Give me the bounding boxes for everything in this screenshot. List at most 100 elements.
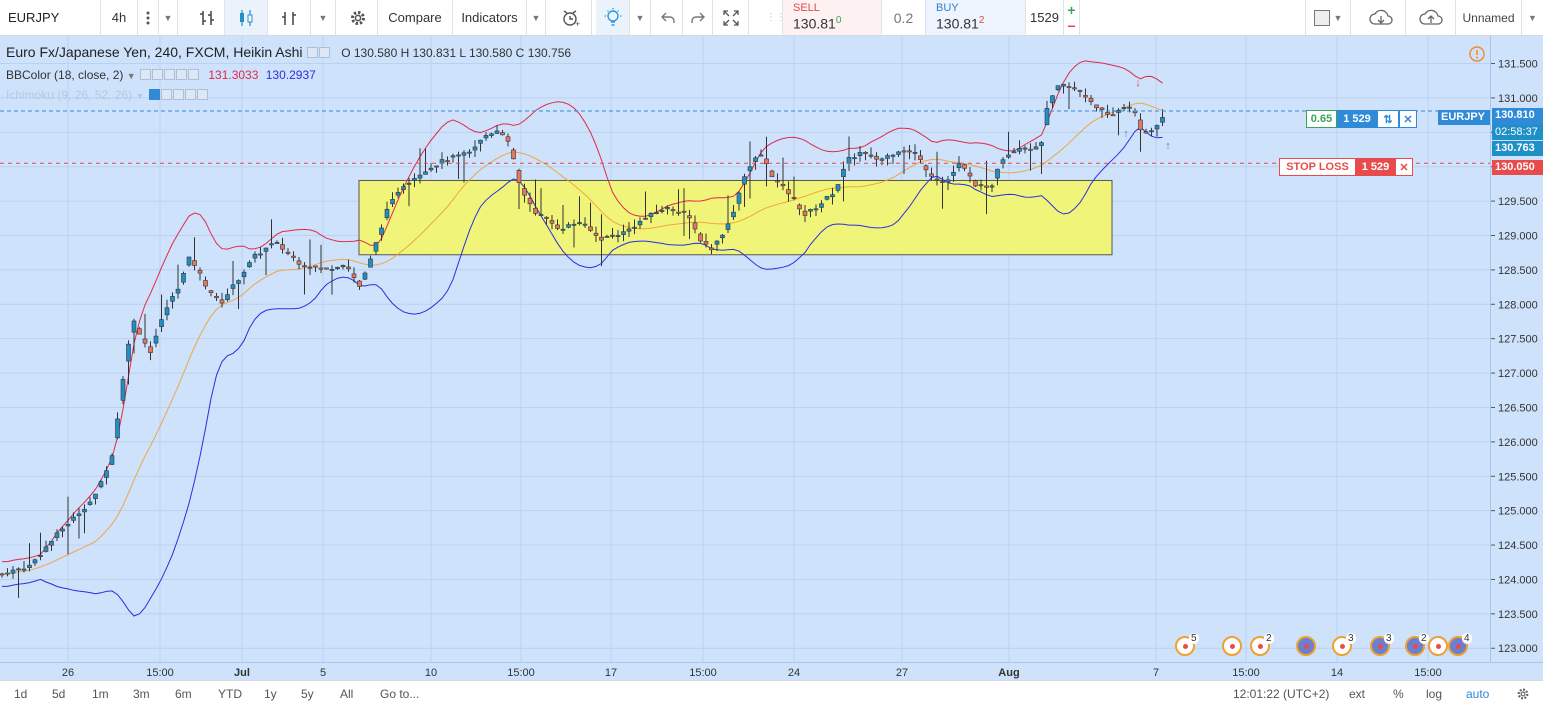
candle-up (478, 139, 483, 144)
range-button-all[interactable]: All (340, 681, 353, 705)
log-scale-toggle[interactable]: log (1426, 681, 1442, 705)
eye-icon[interactable] (140, 69, 151, 80)
chart-settings-button[interactable] (338, 0, 378, 35)
range-button-5d[interactable]: 5d (52, 681, 65, 705)
economic-event-icon[interactable]: 2 (1250, 633, 1274, 656)
economic-event-icon[interactable]: 2 (1405, 633, 1429, 656)
position-line[interactable]: 0.65 1 529 ⇅ ✕ (1306, 110, 1417, 128)
idea-dropdown[interactable]: ▼ (630, 0, 651, 35)
layout-name-dropdown[interactable]: ▼ (1522, 0, 1543, 35)
candle-up (1033, 146, 1039, 150)
undo-button[interactable] (653, 0, 683, 35)
candle-up (412, 178, 417, 181)
line-style-button[interactable] (268, 0, 311, 35)
eye-icon[interactable] (306, 47, 318, 58)
economic-event-icon[interactable]: 3 (1332, 633, 1356, 656)
add-icon[interactable] (184, 89, 196, 100)
chart-pane[interactable]: ↓ ↑ ↑ Euro Fx/Japanese Yen, 240, FXCM, Hei… (0, 36, 1490, 662)
bb-legend[interactable]: BBColor (18, close, 2) ▼ 131.3033 130.29… (6, 68, 316, 82)
fullscreen-button[interactable] (713, 0, 749, 35)
extended-hours-toggle[interactable]: ext (1349, 681, 1365, 705)
economic-event-icon[interactable] (1428, 636, 1448, 656)
buy-button[interactable]: BUY 130.812 (926, 0, 1026, 35)
time-tick-label: 15:00 (689, 667, 717, 679)
symbol-search-input[interactable]: EURJPY (0, 0, 101, 35)
range-button-6m[interactable]: 6m (175, 681, 192, 705)
range-button-1d[interactable]: 1d (14, 681, 27, 705)
load-chart-button[interactable] (1356, 0, 1406, 35)
compare-button[interactable]: Compare (378, 0, 453, 35)
layout-name-button[interactable]: Unnamed (1456, 0, 1522, 35)
interval-button[interactable]: 4h (101, 0, 138, 35)
close-icon[interactable] (188, 69, 199, 80)
quantity-input[interactable]: 1529 (1026, 0, 1064, 35)
clock-timezone[interactable]: 12:01:22 (UTC+2) (1233, 681, 1329, 705)
settings-icon[interactable] (318, 47, 330, 58)
chevron-down-icon[interactable]: ▼ (135, 91, 144, 101)
price-chart[interactable]: ↓ ↑ ↑ (0, 36, 1490, 662)
candle-up (1160, 117, 1165, 123)
alert-button[interactable]: + (550, 0, 592, 35)
candle-up (170, 296, 175, 302)
candles-style-button[interactable] (225, 0, 268, 35)
economic-event-icon[interactable]: 4 (1448, 633, 1472, 656)
warning-icon[interactable] (1469, 46, 1485, 62)
close-position-button[interactable]: ✕ (1399, 110, 1417, 128)
candle-up (566, 224, 571, 228)
interval-menu-button[interactable] (138, 0, 159, 35)
range-button-5y[interactable]: 5y (301, 681, 314, 705)
bars-style-button[interactable] (189, 0, 225, 35)
source-icon[interactable] (164, 69, 175, 80)
time-axis[interactable]: 26 15:00 Jul 5 10 15:00 17 15:00 24 27 Aug 7 15:00 14… (0, 663, 1543, 681)
candle-down (588, 226, 593, 231)
indicators-button[interactable]: Indicators (453, 0, 527, 35)
percent-scale-toggle[interactable]: % (1393, 681, 1404, 705)
economic-event-icon[interactable] (1222, 636, 1242, 656)
indicators-dropdown[interactable]: ▼ (527, 0, 546, 35)
range-button-ytd[interactable]: YTD (218, 681, 242, 705)
increase-quantity-button[interactable]: + (1067, 2, 1075, 18)
price-tick-label: 128.500 (1498, 265, 1538, 277)
candle-down (929, 173, 934, 177)
percent-label: % (1393, 686, 1404, 701)
candle-down (973, 180, 978, 187)
chevron-down-icon[interactable]: ▼ (127, 71, 136, 81)
chart-properties-button[interactable] (1516, 681, 1530, 705)
settings-icon[interactable] (160, 89, 172, 100)
range-button-3m[interactable]: 3m (133, 681, 150, 705)
add-icon[interactable] (176, 69, 187, 80)
drag-handle[interactable]: ⋮⋮ (766, 0, 786, 35)
auto-scale-toggle[interactable]: auto (1466, 681, 1489, 705)
economic-event-icon[interactable] (1296, 636, 1316, 656)
reverse-position-button[interactable]: ⇅ (1377, 110, 1399, 128)
redo-button[interactable] (683, 0, 713, 35)
goto-button[interactable]: Go to... (380, 681, 419, 705)
decrease-quantity-button[interactable]: − (1067, 18, 1075, 34)
candle-down (1143, 131, 1149, 134)
layout-select-button[interactable]: ▼ (1305, 0, 1351, 35)
cancel-stop-loss-button[interactable]: ✕ (1395, 158, 1413, 176)
eye-icon[interactable] (148, 89, 160, 100)
sell-button[interactable]: SELL 130.810 (783, 0, 882, 35)
close-icon[interactable] (196, 89, 208, 100)
candle-down (775, 180, 780, 183)
save-chart-button[interactable] (1406, 0, 1456, 35)
main-legend[interactable]: Euro Fx/Japanese Yen, 240, FXCM, Heikin … (6, 44, 571, 60)
candle-up (159, 319, 164, 328)
economic-event-icon[interactable]: 5 (1175, 633, 1199, 656)
economic-event-icon[interactable]: 3 (1370, 633, 1394, 656)
chart-style-dropdown[interactable]: ▼ (311, 0, 336, 35)
ichimoku-legend[interactable]: Ichimoku (9, 26, 52, 26) ▼ (6, 88, 208, 102)
stop-loss-price-tag: 130.050 (1492, 160, 1543, 175)
range-button-1y[interactable]: 1y (264, 681, 277, 705)
source-icon[interactable] (172, 89, 184, 100)
interval-dropdown-button[interactable]: ▼ (159, 0, 178, 35)
stop-loss-order[interactable]: STOP LOSS 1 529 ✕ (1279, 158, 1413, 176)
settings-icon[interactable] (152, 69, 163, 80)
candle-down (791, 197, 797, 199)
event-count: 5 (1189, 633, 1199, 644)
idea-button[interactable] (596, 0, 630, 35)
quantity-stepper[interactable]: + − (1064, 0, 1080, 35)
range-button-1m[interactable]: 1m (92, 681, 109, 705)
time-scale[interactable]: 26 15:00 Jul 5 10 15:00 17 15:00 24 27 Aug 7 15:00 14… (0, 662, 1543, 680)
